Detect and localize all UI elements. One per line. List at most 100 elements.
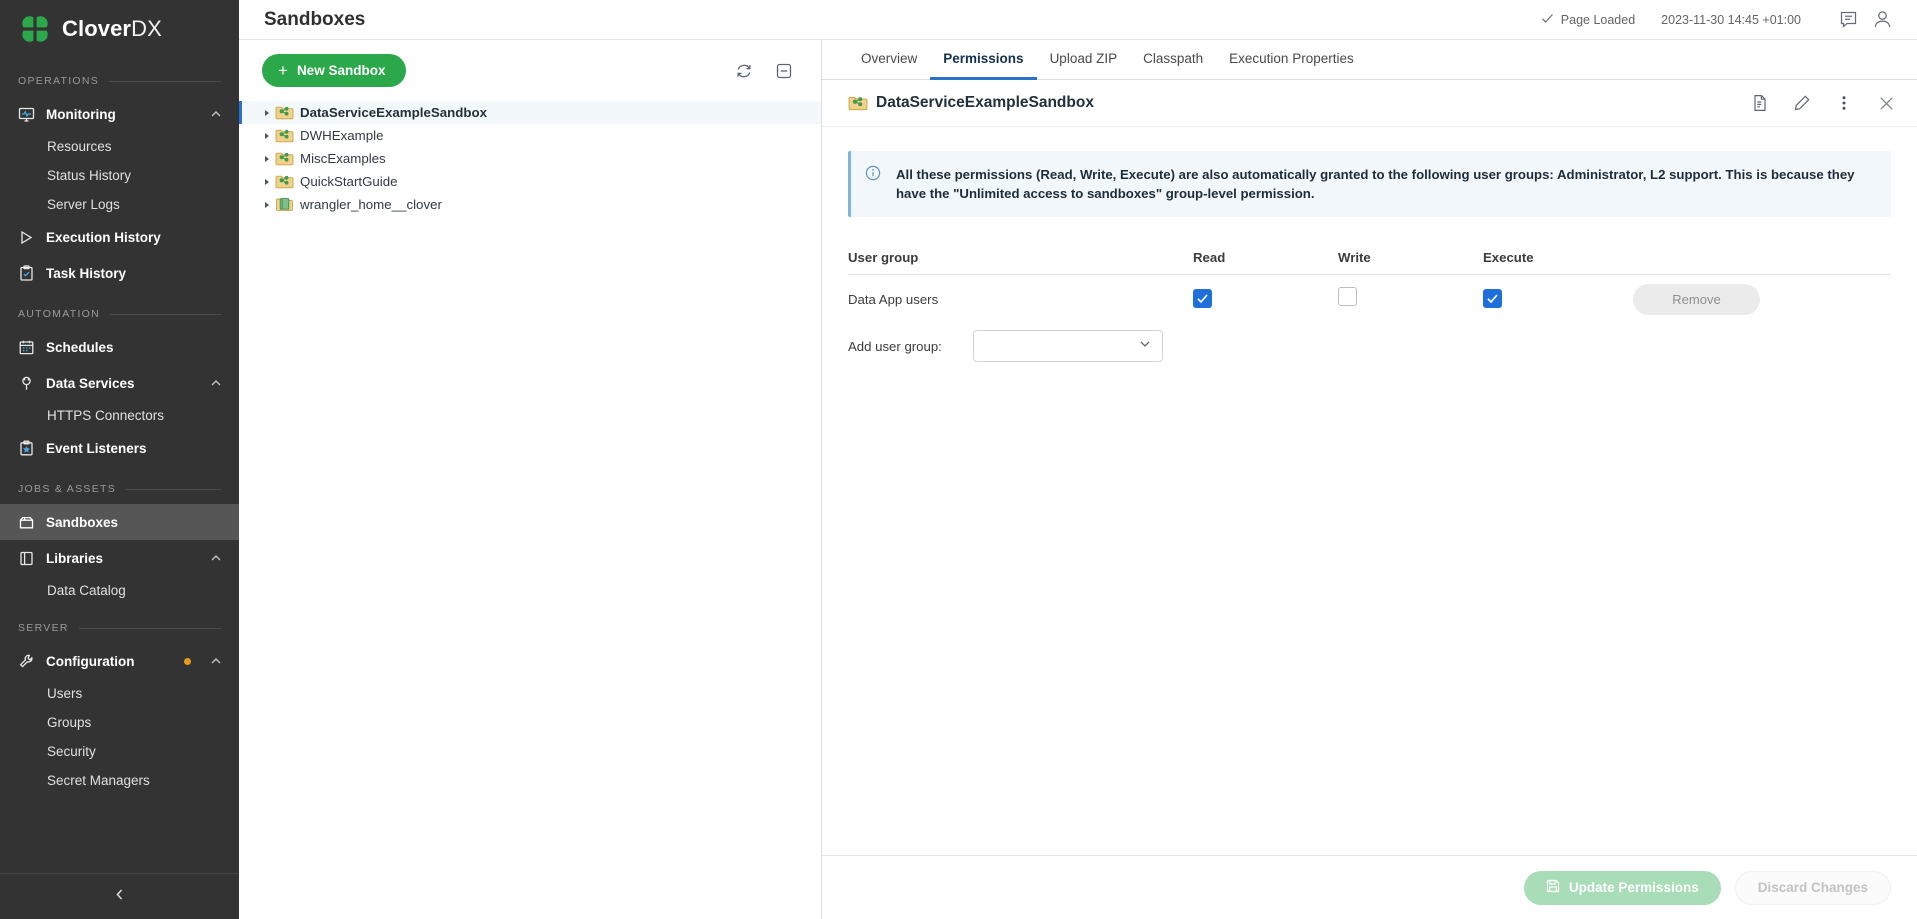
sidebar-item-sandboxes[interactable]: Sandboxes — [0, 504, 239, 540]
edit-pencil-icon[interactable] — [1785, 86, 1819, 120]
tab-permissions[interactable]: Permissions — [930, 40, 1036, 80]
info-icon — [865, 165, 881, 203]
sidebar-item-libraries[interactable]: Libraries — [0, 540, 239, 576]
plug-icon — [18, 375, 35, 392]
sidebar-item-users[interactable]: Users — [0, 679, 239, 708]
section-divider — [126, 489, 221, 490]
collapse-all-icon[interactable] — [769, 56, 799, 86]
new-sandbox-button[interactable]: + New Sandbox — [262, 54, 406, 87]
sidebar-item-data-catalog[interactable]: Data Catalog — [0, 576, 239, 605]
chevron-up-icon — [209, 551, 223, 565]
read-cell — [1193, 289, 1338, 310]
calendar-icon — [18, 339, 35, 356]
tree-row[interactable]: wrangler_home__clover — [239, 193, 821, 216]
sidebar-item-https-connectors[interactable]: HTTPS Connectors — [0, 401, 239, 430]
sandbox-folder-icon — [848, 95, 868, 112]
brand-logo[interactable]: CloverDX — [0, 0, 239, 58]
sidebar-item-label: Server Logs — [47, 197, 120, 212]
section-divider — [110, 314, 221, 315]
expand-triangle-icon[interactable] — [259, 201, 275, 209]
add-user-group-select[interactable] — [973, 330, 1163, 362]
refresh-icon[interactable] — [729, 56, 759, 86]
expand-triangle-icon[interactable] — [259, 132, 275, 140]
sandbox-box-icon — [18, 514, 35, 531]
user-avatar-icon[interactable] — [1865, 3, 1899, 37]
sandbox-name: QuickStartGuide — [300, 174, 398, 189]
tab-execution-properties[interactable]: Execution Properties — [1216, 40, 1367, 80]
remove-button[interactable]: Remove — [1633, 284, 1760, 315]
more-vertical-icon[interactable] — [1827, 86, 1861, 120]
close-icon[interactable] — [1869, 86, 1903, 120]
sidebar-item-security[interactable]: Security — [0, 737, 239, 766]
sidebar-item-server-logs[interactable]: Server Logs — [0, 190, 239, 219]
sidebar-item-monitoring[interactable]: Monitoring — [0, 96, 239, 132]
sidebar-item-configuration[interactable]: Configuration — [0, 643, 239, 679]
sidebar-item-groups[interactable]: Groups — [0, 708, 239, 737]
sidebar-item-label: Schedules — [46, 340, 223, 355]
sidebar-item-task-history[interactable]: Task History — [0, 255, 239, 291]
sidebar-item-label: Libraries — [46, 551, 198, 566]
new-sandbox-label: New Sandbox — [297, 63, 386, 78]
section-label: SERVER — [18, 622, 69, 634]
brand-name: CloverDX — [62, 16, 162, 42]
discard-changes-button[interactable]: Discard Changes — [1735, 871, 1891, 905]
cloverdx-logo-icon — [18, 12, 52, 46]
expand-triangle-icon[interactable] — [259, 178, 275, 186]
execute-checkbox[interactable] — [1483, 289, 1502, 308]
table-row: Data App users — [848, 275, 1891, 323]
sidebar-item-execution-history[interactable]: Execution History — [0, 219, 239, 255]
detail-header: DataServiceExampleSandbox — [822, 80, 1917, 127]
update-permissions-button[interactable]: Update Permissions — [1524, 871, 1721, 905]
topbar-right: Page Loaded 2023-11-30 14:45 +01:00 — [1541, 3, 1899, 37]
tree-row[interactable]: DataServiceExampleSandbox — [239, 101, 821, 124]
document-icon[interactable] — [1743, 86, 1777, 120]
sidebar-item-label: Sandboxes — [46, 515, 223, 530]
sidebar-item-label: Resources — [47, 139, 112, 154]
write-checkbox[interactable] — [1338, 287, 1357, 306]
tab-label: Overview — [861, 51, 917, 66]
info-banner-text: All these permissions (Read, Write, Exec… — [896, 165, 1873, 203]
sandbox-tree: DataServiceExampleSandbox — [239, 97, 821, 919]
tree-row[interactable]: MiscExamples — [239, 147, 821, 170]
page-load-status: Page Loaded — [1541, 12, 1635, 28]
section-label: JOBS & ASSETS — [18, 483, 116, 495]
monitor-icon — [18, 106, 35, 123]
tab-overview[interactable]: Overview — [848, 40, 930, 80]
tab-upload-zip[interactable]: Upload ZIP — [1037, 40, 1131, 80]
sidebar-item-secret-managers[interactable]: Secret Managers — [0, 766, 239, 795]
notes-icon[interactable] — [1831, 3, 1865, 37]
sidebar-item-resources[interactable]: Resources — [0, 132, 239, 161]
sidebar-item-label: Data Catalog — [47, 583, 126, 598]
sandbox-folder-icon — [275, 174, 294, 190]
execute-cell — [1483, 289, 1633, 310]
sidebar-item-label: Users — [47, 686, 82, 701]
detail-tabs: Overview Permissions Upload ZIP Classpat… — [822, 40, 1917, 80]
column-header-read: Read — [1193, 250, 1338, 265]
expand-triangle-icon[interactable] — [259, 109, 275, 117]
sidebar-collapse-button[interactable] — [0, 873, 239, 919]
configuration-alert-badge — [184, 658, 191, 665]
sidebar-section-automation: AUTOMATION — [0, 299, 239, 329]
add-user-group-label: Add user group: — [848, 339, 973, 354]
sidebar-section-operations: OPERATIONS — [0, 66, 239, 96]
update-permissions-label: Update Permissions — [1569, 880, 1699, 895]
wrangler-home-icon — [275, 197, 294, 213]
column-header-execute: Execute — [1483, 250, 1633, 265]
tree-row[interactable]: QuickStartGuide — [239, 170, 821, 193]
sidebar-item-label: Status History — [47, 168, 131, 183]
expand-triangle-icon[interactable] — [259, 155, 275, 163]
app-root: CloverDX OPERATIONS Monitoring — [0, 0, 1917, 919]
sidebar-item-label: Monitoring — [46, 107, 198, 122]
sidebar-item-status-history[interactable]: Status History — [0, 161, 239, 190]
sandbox-name: DataServiceExampleSandbox — [300, 105, 487, 120]
read-checkbox[interactable] — [1193, 289, 1212, 308]
timestamp: 2023-11-30 14:45 +01:00 — [1661, 13, 1801, 27]
sidebar-item-schedules[interactable]: Schedules — [0, 329, 239, 365]
sidebar-item-event-listeners[interactable]: Event Listeners — [0, 430, 239, 466]
tab-label: Classpath — [1143, 51, 1203, 66]
tree-row[interactable]: DWHExample — [239, 124, 821, 147]
tab-classpath[interactable]: Classpath — [1130, 40, 1216, 80]
actions-cell: Remove — [1633, 284, 1891, 315]
sidebar-item-data-services[interactable]: Data Services — [0, 365, 239, 401]
sidebar-nav: OPERATIONS Monitoring Resources — [0, 58, 239, 873]
